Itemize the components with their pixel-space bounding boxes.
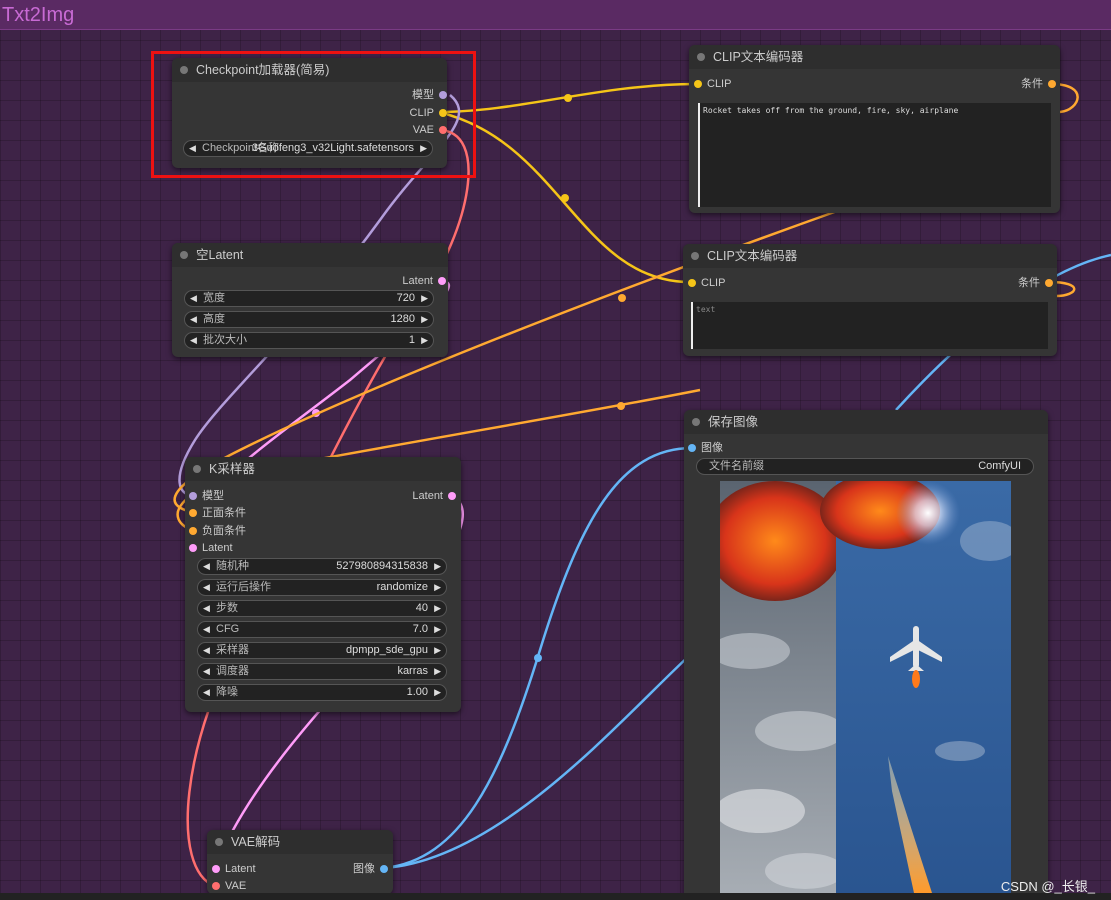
arrow-right-icon: ▶	[421, 335, 428, 345]
cfg-number[interactable]: ◀ CFG 7.0 ▶	[197, 621, 447, 638]
denoise-number[interactable]: ◀ 降噪 1.00 ▶	[197, 684, 447, 701]
arrow-left-icon: ◀	[203, 624, 210, 634]
arrow-right-icon: ▶	[434, 603, 441, 613]
output-conditioning[interactable]: 条件	[1021, 77, 1056, 91]
sampler-combo[interactable]: ◀ 采样器 dpmpp_sde_gpu ▶	[197, 642, 447, 659]
input-negative[interactable]: 负面条件	[189, 524, 246, 538]
arrow-left-icon: ◀	[190, 314, 197, 324]
input-clip[interactable]: CLIP	[688, 276, 725, 290]
node-title: 保存图像	[708, 415, 759, 429]
batch-size-number[interactable]: ◀ 批次大小 1 ▶	[184, 332, 434, 349]
arrow-right-icon: ▶	[434, 645, 441, 655]
ksampler-node[interactable]: K采样器 模型 正面条件 负面条件 Latent Latent ◀ 随机种 5279…	[185, 457, 461, 712]
collapse-dot-icon[interactable]	[215, 838, 223, 846]
wire-midpoint	[617, 402, 625, 410]
node-title: CLIP文本编码器	[713, 50, 804, 64]
clip-text-encode-negative-node[interactable]: CLIP文本编码器 CLIP 条件 text	[683, 244, 1057, 356]
output-latent[interactable]: Latent	[402, 274, 446, 288]
arrow-right-icon: ▶	[434, 624, 441, 634]
arrow-right-icon: ▶	[421, 293, 428, 303]
input-latent[interactable]: Latent	[189, 541, 233, 555]
collapse-dot-icon[interactable]	[697, 53, 705, 61]
arrow-right-icon: ▶	[434, 687, 441, 697]
prompt-textarea[interactable]: Rocket takes off from the ground, fire, …	[698, 103, 1051, 207]
control-after-generate-combo[interactable]: ◀ 运行后操作 randomize ▶	[197, 579, 447, 596]
input-image[interactable]: 图像	[688, 441, 723, 455]
arrow-right-icon: ▶	[421, 314, 428, 324]
clip-text-encode-positive-node[interactable]: CLIP文本编码器 CLIP 条件 Rocket takes off from …	[689, 45, 1060, 213]
output-conditioning[interactable]: 条件	[1018, 276, 1053, 290]
input-positive[interactable]: 正面条件	[189, 506, 246, 520]
input-vae[interactable]: VAE	[212, 879, 246, 893]
width-number[interactable]: ◀ 宽度 720 ▶	[184, 290, 434, 307]
arrow-right-icon: ▶	[434, 666, 441, 676]
steps-number[interactable]: ◀ 步数 40 ▶	[197, 600, 447, 617]
seed-number[interactable]: ◀ 随机种 527980894315838 ▶	[197, 558, 447, 575]
highlight-box	[151, 51, 476, 178]
output-image[interactable]: 图像	[353, 862, 388, 876]
engine-flame	[912, 670, 920, 688]
watermark: CSDN @_长银_	[1000, 879, 1095, 894]
scheduler-combo[interactable]: ◀ 调度器 karras ▶	[197, 663, 447, 680]
input-clip[interactable]: CLIP	[694, 77, 731, 91]
bottom-bar	[0, 893, 1111, 900]
cloud-puff	[765, 853, 845, 889]
node-title: VAE解码	[231, 835, 281, 849]
vae-decode-node[interactable]: VAE解码 Latent VAE 图像	[207, 830, 393, 894]
arrow-right-icon: ▶	[434, 582, 441, 592]
node-title: K采样器	[209, 462, 255, 476]
arrow-left-icon: ◀	[203, 603, 210, 613]
arrow-right-icon: ▶	[434, 561, 441, 571]
input-latent[interactable]: Latent	[212, 862, 256, 876]
negative-prompt-textarea[interactable]: text	[691, 302, 1048, 349]
wire-midpoint	[618, 294, 626, 302]
wire-midpoint	[561, 194, 569, 202]
wire-midpoint	[564, 94, 572, 102]
collapse-dot-icon[interactable]	[180, 251, 188, 259]
generated-image-preview[interactable]	[720, 481, 1011, 893]
arrow-left-icon: ◀	[203, 561, 210, 571]
arrow-left-icon: ◀	[190, 335, 197, 345]
output-latent[interactable]: Latent	[412, 489, 456, 503]
collapse-dot-icon[interactable]	[691, 252, 699, 260]
height-number[interactable]: ◀ 高度 1280 ▶	[184, 311, 434, 328]
wire-midpoint	[534, 654, 542, 662]
arrow-left-icon: ◀	[203, 666, 210, 676]
save-image-node[interactable]: 保存图像 图像 文件名前缀 ComfyUI	[684, 410, 1048, 900]
arrow-left-icon: ◀	[203, 687, 210, 697]
cloud-puff	[755, 711, 845, 751]
filename-prefix-text[interactable]: 文件名前缀 ComfyUI	[696, 458, 1034, 475]
cloud-puff	[935, 741, 985, 761]
empty-latent-node[interactable]: 空Latent Latent ◀ 宽度 720 ▶ ◀ 高度 1280 ▶ ◀ 批次大小 1 ▶	[172, 243, 448, 357]
node-title: 空Latent	[196, 248, 244, 262]
arrow-left-icon: ◀	[203, 582, 210, 592]
collapse-dot-icon[interactable]	[692, 418, 700, 426]
collapse-dot-icon[interactable]	[193, 465, 201, 473]
sun	[896, 481, 960, 545]
node-title: CLIP文本编码器	[707, 249, 798, 263]
arrow-left-icon: ◀	[203, 645, 210, 655]
input-model[interactable]: 模型	[189, 489, 224, 503]
arrow-left-icon: ◀	[190, 293, 197, 303]
